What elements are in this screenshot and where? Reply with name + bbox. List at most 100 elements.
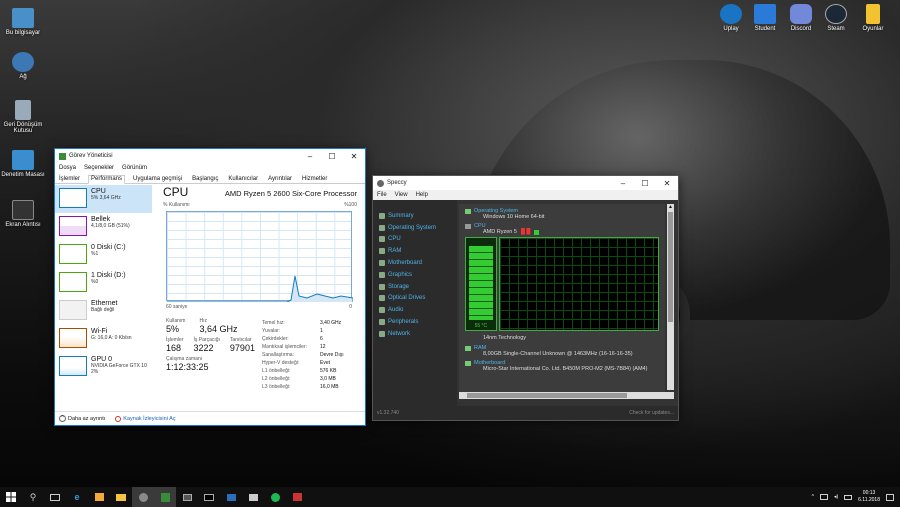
detail-key: Temel hız: — [262, 320, 285, 326]
maximize-button[interactable]: ☐ — [321, 149, 343, 163]
horizontal-scrollbar[interactable] — [459, 392, 674, 399]
desktop-icon-games[interactable]: Oyunlar — [850, 4, 896, 32]
sidebar-item-sub: NVIDIA GeForce GTX 10 — [91, 363, 147, 369]
tab-processes[interactable]: İşlemler — [57, 176, 82, 183]
store-icon — [94, 493, 104, 501]
desktop-icon-snipping-tool[interactable]: Ekran Alıntısı — [0, 200, 46, 228]
sidebar-item-optical[interactable]: Optical Drives — [373, 293, 457, 305]
sidebar-item-label: Operating System — [388, 224, 437, 231]
tab-startup[interactable]: Başlangıç — [190, 176, 220, 183]
student-icon — [754, 4, 776, 24]
sidebar-item-audio[interactable]: Audio — [373, 304, 457, 316]
menu-view[interactable]: Görünüm — [122, 165, 147, 171]
uplay-icon — [720, 4, 742, 24]
desktop-icon-recycle-bin[interactable]: Geri Dönüşüm Kutusu — [0, 100, 46, 134]
motherboard-icon — [379, 260, 385, 267]
storage-icon — [379, 283, 385, 290]
keyboard-icon[interactable] — [844, 494, 853, 500]
menu-options[interactable]: Seçenekler — [84, 165, 114, 171]
sidebar-item-storage[interactable]: Storage — [373, 281, 457, 293]
volume-icon[interactable]: ◂) — [834, 494, 838, 500]
menu-help[interactable]: Help — [416, 192, 428, 198]
tab-services[interactable]: Hizmetler — [300, 176, 329, 183]
taskbar-terminal[interactable] — [198, 487, 220, 507]
sidebar-item-peripherals[interactable]: Peripherals — [373, 316, 457, 328]
gpu-mini-graph — [59, 356, 87, 376]
cpu-icon — [465, 223, 471, 229]
taskbar-edge[interactable]: e — [66, 487, 88, 507]
speccy-summary-panel: Operating System Windows 10 Home 64-bit … — [459, 204, 665, 398]
sidebar-item-ram[interactable]: RAM — [373, 245, 457, 257]
sidebar-item-summary[interactable]: Summary — [373, 210, 457, 222]
taskbar-app-2[interactable] — [220, 487, 242, 507]
detail-value: Evet — [320, 360, 331, 366]
taskbar-explorer[interactable] — [110, 487, 132, 507]
close-button[interactable]: ✕ — [656, 176, 678, 190]
desktop-icon-network[interactable]: Ağ — [0, 52, 46, 80]
sidebar-item-cpu[interactable]: CPU — [373, 234, 457, 246]
taskbar-task-manager[interactable] — [154, 487, 176, 507]
taskbar-app-3[interactable] — [242, 487, 264, 507]
sidebar-item-motherboard[interactable]: Motherboard — [373, 257, 457, 269]
taskbar-spotify[interactable] — [264, 487, 286, 507]
mouse-icon — [379, 319, 385, 326]
search-button[interactable]: ⚲ — [22, 487, 44, 507]
minimize-button[interactable]: – — [612, 176, 634, 190]
menu-file[interactable]: File — [377, 192, 387, 198]
desktop-icon-control-panel[interactable]: Denetim Masası — [0, 150, 46, 178]
minimize-button[interactable]: – — [299, 149, 321, 163]
speccy-app-icon — [377, 179, 384, 187]
sidebar-item-disk-c[interactable]: 0 Diski (C:) %1 — [55, 241, 152, 269]
sidebar-item-label: 0 Diski (C:) — [91, 244, 126, 251]
threads-value: 3222 — [193, 343, 214, 353]
motherboard-icon — [465, 360, 471, 366]
close-button[interactable]: ✕ — [343, 149, 365, 163]
menu-file[interactable]: Dosya — [59, 165, 76, 171]
check-updates-link[interactable]: Check for updates... — [629, 410, 674, 416]
clock-time: 00:13 — [862, 490, 876, 496]
control-panel-icon — [12, 150, 34, 170]
notifications-icon[interactable] — [886, 493, 894, 501]
sidebar-item-gpu[interactable]: GPU 0 NVIDIA GeForce GTX 10 2% — [55, 353, 152, 381]
sidebar-item-disk-d[interactable]: 1 Diski (D:) %0 — [55, 269, 152, 297]
speccy-titlebar[interactable]: Speccy – ☐ ✕ — [373, 176, 678, 190]
chevron-up-icon[interactable]: ^ — [812, 494, 814, 500]
open-resource-monitor-link[interactable]: Kaynak İzleyicisini Aç — [115, 415, 176, 422]
task-view-button[interactable] — [44, 487, 66, 507]
taskbar-app-1[interactable] — [176, 487, 198, 507]
scroll-thumb[interactable] — [668, 212, 673, 322]
network-icon[interactable] — [819, 494, 828, 500]
taskbar-store[interactable] — [88, 487, 110, 507]
cpu-stats: Kullanım 5% Hız 3,64 GHz İşlemler 168 İş… — [166, 318, 258, 372]
sidebar-item-ethernet[interactable]: Ethernet Bağlı değil — [55, 297, 152, 325]
temp-value: 55 °C — [474, 323, 488, 329]
clock[interactable]: 00:13 6.11.2018 — [858, 490, 880, 504]
tab-app-history[interactable]: Uygulama geçmişi — [131, 176, 184, 183]
fewer-details-link[interactable]: ^ Daha az ayrıntı — [59, 415, 105, 422]
desktop-icon-label: Oyunlar — [862, 26, 884, 32]
taskbar-speccy[interactable] — [132, 487, 154, 507]
maximize-button[interactable]: ☐ — [634, 176, 656, 190]
taskbar-app-4[interactable] — [286, 487, 308, 507]
discord-icon — [790, 4, 812, 24]
sidebar-item-graphics[interactable]: Graphics — [373, 269, 457, 281]
start-button[interactable] — [0, 487, 22, 507]
sidebar-item-cpu[interactable]: CPU 5% 3,64 GHz — [55, 185, 152, 213]
sidebar-item-memory[interactable]: Bellek 4,1/8,0 GB (51%) — [55, 213, 152, 241]
sidebar-item-os[interactable]: Operating System — [373, 222, 457, 234]
resource-monitor-icon — [115, 415, 122, 422]
sidebar-item-wifi[interactable]: Wi-Fi G: 16,0 A: 0 Kb/sn — [55, 325, 152, 353]
sidebar-item-network[interactable]: Network — [373, 328, 457, 340]
scroll-thumb[interactable] — [467, 393, 627, 398]
tab-performance[interactable]: Performans — [88, 175, 126, 184]
tab-users[interactable]: Kullanıcılar — [226, 176, 260, 183]
disk-mini-graph — [59, 272, 87, 292]
sidebar-item-label: Peripherals — [388, 319, 419, 326]
scroll-up-arrow[interactable]: ▲ — [667, 204, 674, 210]
tab-details[interactable]: Ayrıntılar — [266, 176, 294, 183]
task-manager-titlebar[interactable]: Görev Yöneticisi – ☐ ✕ — [55, 149, 365, 163]
vertical-scrollbar[interactable]: ▲ — [667, 204, 674, 390]
desktop-icon-this-pc[interactable]: Bu bilgisayar — [0, 8, 46, 36]
menu-view[interactable]: View — [395, 192, 408, 198]
graphics-icon — [379, 271, 385, 278]
